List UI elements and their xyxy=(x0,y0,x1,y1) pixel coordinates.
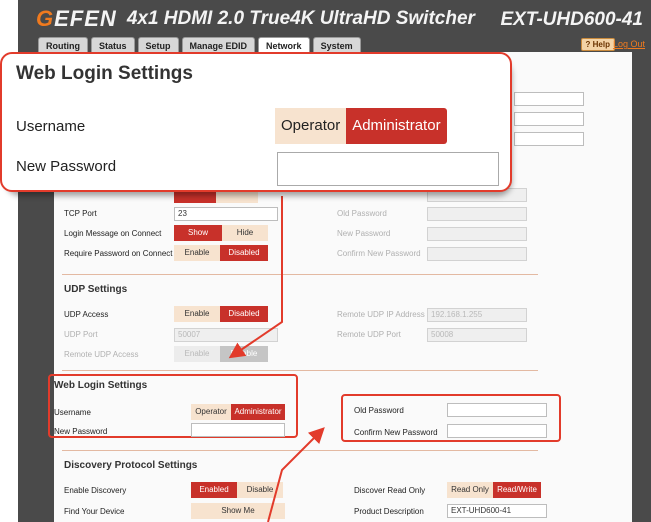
find-device-label: Find Your Device xyxy=(64,507,125,516)
remote-udp-ip-label: Remote UDP IP Address xyxy=(337,310,425,319)
help-button[interactable]: ? Help xyxy=(580,38,615,51)
divider xyxy=(62,450,538,451)
web-new-password-label: New Password xyxy=(54,427,108,436)
udp-section-title: UDP Settings xyxy=(64,284,128,295)
zoom-new-password-input[interactable] xyxy=(277,152,499,186)
divider xyxy=(62,370,538,371)
model-number: EXT-UHD600-41 xyxy=(500,9,643,30)
web-username-administrator[interactable]: Administrator xyxy=(231,404,285,420)
telnet-confirm-password-input[interactable] xyxy=(427,247,527,261)
web-old-password-input[interactable] xyxy=(447,403,547,417)
remote-udp-access-toggle[interactable]: Enable Disable xyxy=(174,346,268,362)
login-message-toggle[interactable]: Show Hide xyxy=(174,225,268,241)
zoom-title: Web Login Settings xyxy=(16,63,193,84)
zoom-callout: Web Login Settings Username Operator Adm… xyxy=(0,52,512,192)
logo-initial: G xyxy=(36,6,55,31)
web-username-toggle[interactable]: Operator Administrator xyxy=(191,404,285,420)
product-title: 4x1 HDMI 2.0 True4K UltraHD Switcher xyxy=(126,8,475,29)
zoom-username-label: Username xyxy=(16,118,86,135)
web-old-password-label: Old Password xyxy=(354,406,404,415)
telnet-new-password-label: New Password xyxy=(337,229,391,238)
product-description-label: Product Description xyxy=(354,507,424,516)
web-confirm-password-label: Confirm New Password xyxy=(354,428,438,437)
discover-read-write-option[interactable]: Read/Write xyxy=(493,482,541,498)
udp-access-toggle[interactable]: Enable Disabled xyxy=(174,306,268,322)
divider xyxy=(62,274,538,275)
product-description-input[interactable]: EXT-UHD600-41 xyxy=(447,504,547,518)
telnet-new-password-input[interactable] xyxy=(427,227,527,241)
require-password-enable[interactable]: Enable xyxy=(174,245,220,261)
gefen-logo: GEFEN xyxy=(36,6,117,32)
zoom-administrator-option[interactable]: Administrator xyxy=(346,108,447,144)
show-me-button[interactable]: Show Me xyxy=(191,503,285,519)
remote-udp-access-label: Remote UDP Access xyxy=(64,350,139,359)
zoom-username-toggle[interactable]: Operator Administrator xyxy=(275,108,447,144)
web-confirm-password-input[interactable] xyxy=(447,424,547,438)
discovery-section-title: Discovery Protocol Settings xyxy=(64,460,198,471)
remote-udp-access-disable[interactable]: Disable xyxy=(220,346,268,362)
web-new-password-input[interactable] xyxy=(191,423,285,437)
zoom-new-password-label: New Password xyxy=(16,158,117,175)
web-username-operator[interactable]: Operator xyxy=(191,404,231,420)
hidden-field-3[interactable] xyxy=(514,132,584,146)
remote-udp-port-input[interactable]: 50008 xyxy=(427,328,527,342)
enable-discovery-disable[interactable]: Disable xyxy=(237,482,283,498)
login-message-show[interactable]: Show xyxy=(174,225,222,241)
udp-access-disabled[interactable]: Disabled xyxy=(220,306,268,322)
telnet-confirm-password-label: Confirm New Password xyxy=(337,249,421,258)
login-message-hide[interactable]: Hide xyxy=(222,225,268,241)
zoom-operator-option[interactable]: Operator xyxy=(275,108,347,144)
tcp-port-input[interactable]: 23 xyxy=(174,207,278,221)
discover-read-only-toggle[interactable]: Read Only Read/Write xyxy=(447,482,541,498)
require-password-toggle[interactable]: Enable Disabled xyxy=(174,245,268,261)
udp-port-input[interactable]: 50007 xyxy=(174,328,278,342)
require-password-disabled[interactable]: Disabled xyxy=(220,245,268,261)
hidden-field-1[interactable] xyxy=(514,92,584,106)
logo-rest: EFEN xyxy=(54,6,117,31)
remote-udp-access-enable[interactable]: Enable xyxy=(174,346,220,362)
udp-access-enable[interactable]: Enable xyxy=(174,306,220,322)
hidden-field-2[interactable] xyxy=(514,112,584,126)
enable-discovery-enabled[interactable]: Enabled xyxy=(191,482,237,498)
logout-link[interactable]: Log Out xyxy=(613,39,645,49)
web-username-label: Username xyxy=(54,408,91,417)
remote-udp-port-label: Remote UDP Port xyxy=(337,330,401,339)
telnet-old-password-input[interactable] xyxy=(427,207,527,221)
udp-port-label: UDP Port xyxy=(64,330,98,339)
telnet-old-password-label: Old Password xyxy=(337,209,387,218)
login-message-label: Login Message on Connect xyxy=(64,229,162,238)
tcp-port-label: TCP Port xyxy=(64,209,97,218)
discover-read-only-label: Discover Read Only xyxy=(354,486,426,495)
brand-bar: GEFEN 4x1 HDMI 2.0 True4K UltraHD Switch… xyxy=(36,6,475,32)
require-password-label: Require Password on Connect xyxy=(64,249,173,258)
discover-read-only-option[interactable]: Read Only xyxy=(447,482,493,498)
udp-access-label: UDP Access xyxy=(64,310,109,319)
remote-udp-ip-input[interactable]: 192.168.1.255 xyxy=(427,308,527,322)
web-login-section-title: Web Login Settings xyxy=(54,380,148,391)
enable-discovery-label: Enable Discovery xyxy=(64,486,127,495)
enable-discovery-toggle[interactable]: Enabled Disable xyxy=(191,482,283,498)
